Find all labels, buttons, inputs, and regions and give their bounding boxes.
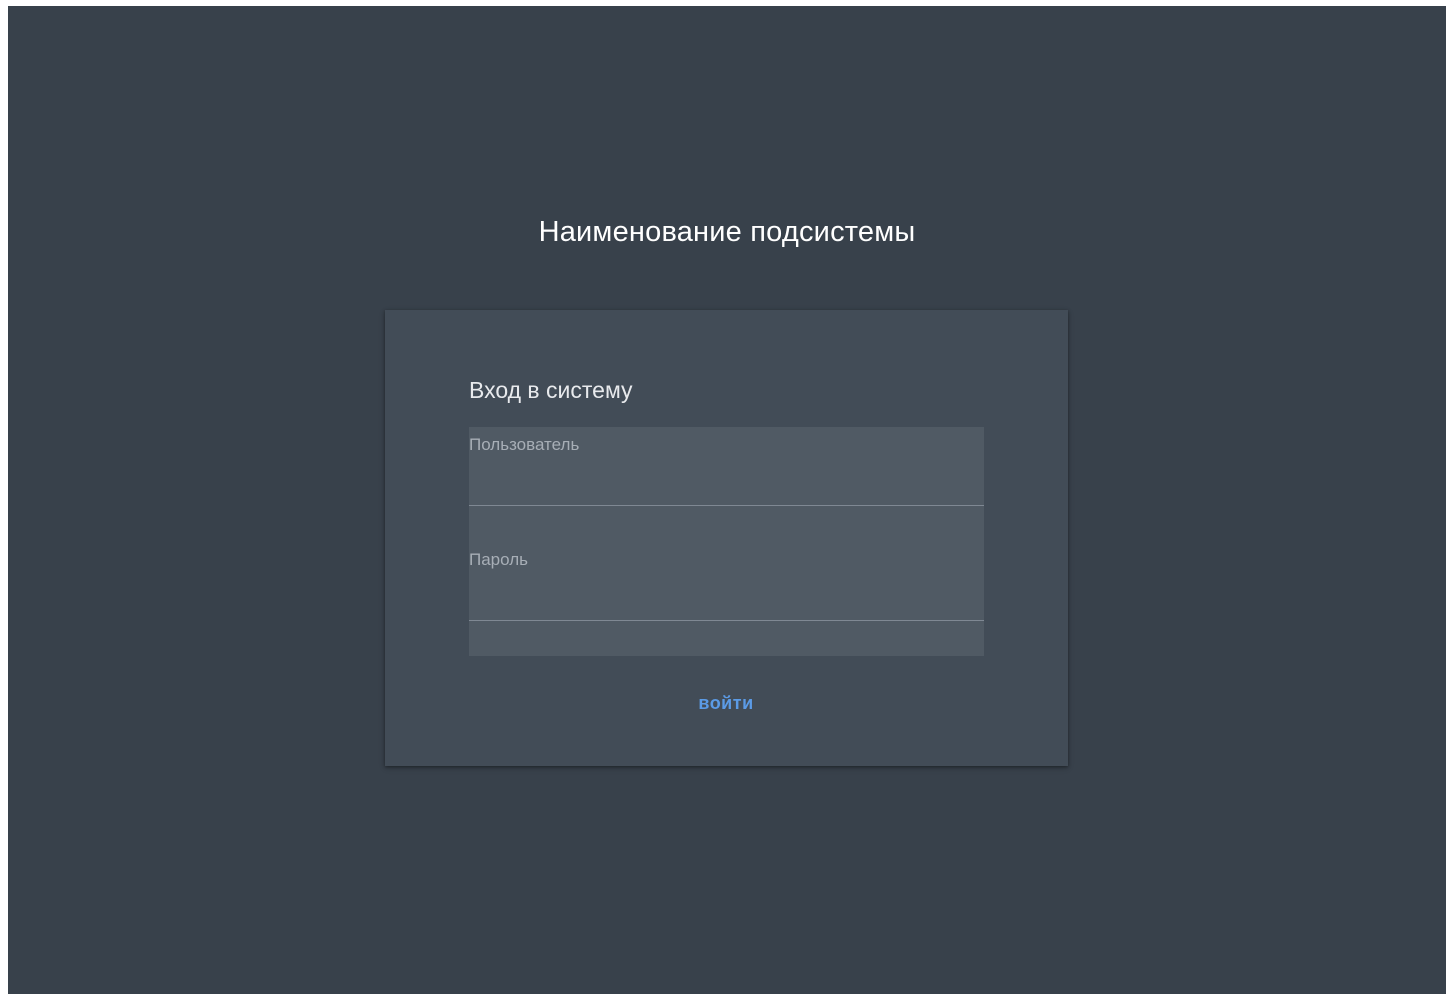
username-label: Пользователь — [469, 435, 580, 454]
username-input[interactable] — [469, 465, 984, 501]
password-label: Пароль — [469, 550, 528, 569]
login-card: Вход в систему Пользователь Пароль войти — [385, 310, 1068, 766]
password-input[interactable] — [469, 580, 984, 616]
login-fields: Пользователь Пароль — [469, 427, 984, 656]
login-button[interactable]: войти — [676, 685, 776, 721]
username-field[interactable]: Пользователь — [469, 427, 984, 506]
login-screen: Наименование подсистемы Вход в систему П… — [8, 6, 1446, 994]
password-field[interactable]: Пароль — [469, 542, 984, 621]
login-heading: Вход в систему — [469, 377, 633, 403]
subsystem-title: Наименование подсистемы — [538, 216, 916, 248]
